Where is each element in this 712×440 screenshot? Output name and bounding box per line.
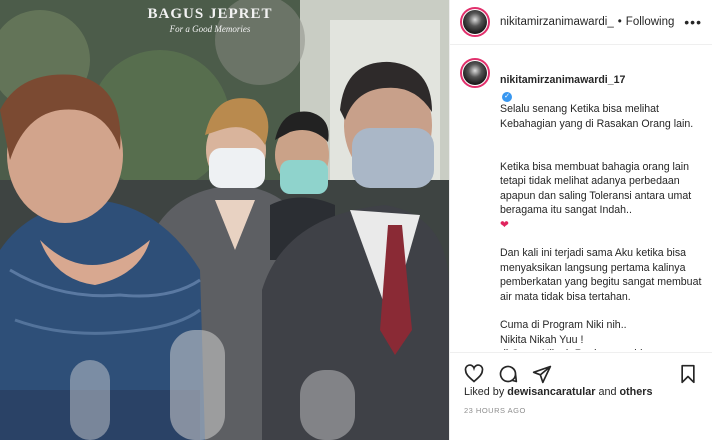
watermark-title: BAGUS JEPRET (147, 6, 273, 22)
following-button[interactable]: Following (626, 16, 675, 28)
heart-emoji-icon: ❤ (500, 218, 509, 231)
more-horizontal-icon[interactable]: ••• (684, 14, 702, 30)
post-header: nikitamirzanimawardi_ • Following ••• (450, 0, 712, 45)
likes-conjunction: and (598, 386, 617, 398)
post-timestamp[interactable]: 23 HOURS AGO (464, 406, 526, 415)
caption-body: nikitamirzanimawardi_17 ✓ Selalu senang … (500, 58, 706, 351)
watermark-subtitle: For a Good Memories (169, 24, 251, 34)
comment-icon[interactable] (496, 362, 520, 386)
caption-paragraph-2: Ketika bisa membuat bahagia orang lain t… (500, 160, 692, 217)
likes-prefix: Liked by (464, 386, 505, 398)
wedding-guests-photo (0, 0, 449, 440)
bookmark-icon[interactable] (676, 362, 700, 386)
caption-paragraph-4: Cuma di Program Niki nih.. Nikita Nikah … (500, 319, 654, 350)
header-avatar[interactable] (460, 7, 490, 37)
send-icon[interactable] (530, 362, 554, 386)
likes-summary: Liked by dewisancaratular and others (464, 386, 652, 398)
caption-paragraph-3: Dan kali ini terjadi sama Aku ketika bis… (500, 247, 702, 303)
post-side-panel: nikitamirzanimawardi_ • Following ••• ni… (449, 0, 712, 440)
caption-paragraph-1: Selalu senang Ketika bisa melihat Kebaha… (500, 103, 694, 130)
caption-avatar[interactable] (460, 58, 490, 88)
header-username-link[interactable]: nikitamirzanimawardi_ (500, 16, 614, 28)
heart-outline-icon[interactable] (462, 362, 486, 386)
verified-badge-icon: ✓ (502, 92, 512, 102)
caption-username-link[interactable]: nikitamirzanimawardi_17 (500, 74, 625, 86)
post-caption: nikitamirzanimawardi_17 ✓ Selalu senang … (460, 58, 706, 350)
liked-by-user-link[interactable]: dewisancaratular (507, 386, 595, 398)
photo-watermark: BAGUS JEPRET For a Good Memories (0, 6, 420, 34)
header-separator: • (617, 16, 622, 28)
likes-others-link[interactable]: others (619, 386, 652, 398)
post-photo[interactable]: BAGUS JEPRET For a Good Memories (0, 0, 449, 440)
